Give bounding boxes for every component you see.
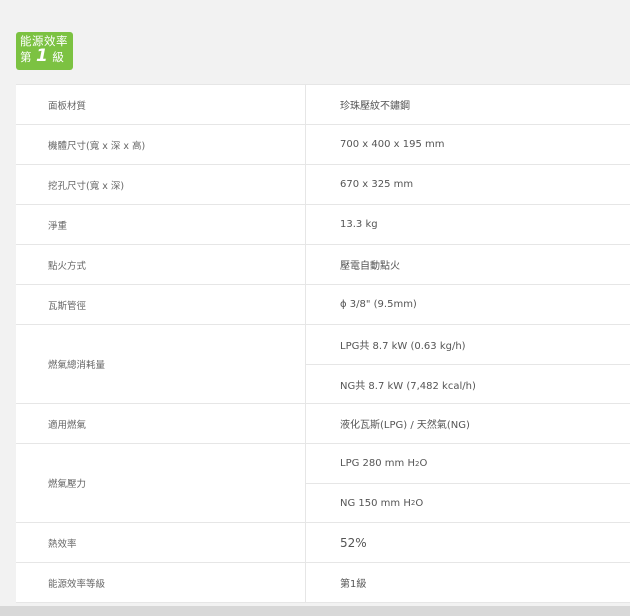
pressure-value-text: NG 150 mm H [340, 497, 411, 509]
spec-label: 適用燃氣 [16, 404, 306, 443]
spec-value: ϕ 3/8" (9.5mm) [340, 299, 417, 310]
spec-value: 液化瓦斯(LPG) / 天然氣(NG) [340, 420, 470, 431]
spec-value: 壓電自動點火 [340, 261, 400, 272]
spec-row-energy-grade: 能源效率等級 第1級 [16, 563, 630, 603]
spec-value: 珍珠壓紋不鏽鋼 [340, 101, 410, 112]
badge-grade: 第 1 級 [20, 46, 69, 66]
spec-label: 燃氣壓力 [16, 444, 306, 522]
badge-grade-suffix: 級 [52, 50, 65, 64]
spec-label: 機體尺寸(寬 x 深 x 高) [16, 125, 306, 164]
spec-label: 淨重 [16, 205, 306, 244]
spec-row-panel-material: 面板材質 珍珠壓紋不鏽鋼 [16, 85, 630, 125]
pressure-value-tail: O [419, 458, 428, 469]
badge-grade-number: 1 [36, 46, 49, 66]
spec-value: 第1級 [340, 579, 367, 590]
page-bottom-bar [0, 606, 630, 616]
spec-value-ng: NG共 8.7 kW (7,482 kcal/h) [306, 364, 630, 403]
spec-row-ignition: 點火方式 壓電自動點火 [16, 245, 630, 285]
spec-label: 燃氣總消耗量 [16, 325, 306, 403]
spec-value: 52% [340, 535, 367, 550]
spec-row-body-size: 機體尺寸(寬 x 深 x 高) 700 x 400 x 195 mm [16, 125, 630, 165]
badge-grade-prefix: 第 [20, 50, 32, 64]
pressure-value-tail: O [415, 497, 424, 509]
spec-value-lpg: LPG 280 mm H2O [306, 444, 630, 483]
spec-row-gas-pipe: 瓦斯管徑 ϕ 3/8" (9.5mm) [16, 285, 630, 325]
spec-label: 挖孔尺寸(寬 x 深) [16, 165, 306, 204]
spec-label: 熱效率 [16, 523, 306, 562]
spec-label: 瓦斯管徑 [16, 285, 306, 324]
spec-row-thermal-efficiency: 熱效率 52% [16, 523, 630, 563]
spec-value: 670 x 325 mm [340, 179, 414, 190]
spec-label: 能源效率等級 [16, 563, 306, 602]
energy-efficiency-badge: 能源效率 第 1 級 [16, 32, 73, 70]
spec-row-gas-consumption: 燃氣總消耗量 LPG共 8.7 kW (0.63 kg/h) NG共 8.7 k… [16, 325, 630, 404]
spec-value-ng: NG 150 mm H2O [306, 483, 630, 522]
spec-label: 點火方式 [16, 245, 306, 284]
spec-row-cutout-size: 挖孔尺寸(寬 x 深) 670 x 325 mm [16, 165, 630, 205]
spec-row-gas-pressure: 燃氣壓力 LPG 280 mm H2O NG 150 mm H2O [16, 444, 630, 523]
spec-value: 700 x 400 x 195 mm [340, 139, 445, 150]
spec-row-net-weight: 淨重 13.3 kg [16, 205, 630, 245]
spec-value-lpg: LPG共 8.7 kW (0.63 kg/h) [340, 341, 466, 352]
spec-value: 13.3 kg [340, 219, 378, 230]
spec-row-gas-type: 適用燃氣 液化瓦斯(LPG) / 天然氣(NG) [16, 404, 630, 444]
pressure-value-text: LPG 280 mm H [340, 458, 415, 469]
spec-table: 面板材質 珍珠壓紋不鏽鋼 機體尺寸(寬 x 深 x 高) 700 x 400 x… [16, 84, 630, 603]
spec-label: 面板材質 [16, 85, 306, 124]
